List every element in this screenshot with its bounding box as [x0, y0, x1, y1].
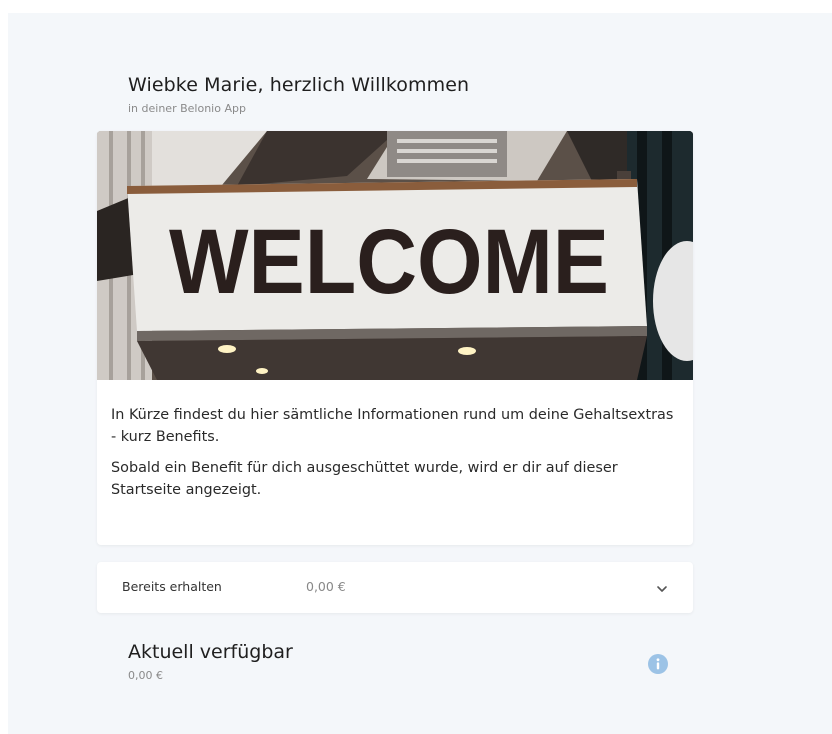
received-amount: 0,00 € — [306, 579, 346, 594]
welcome-card-body: In Kürze findest du hier sämtliche Infor… — [111, 404, 679, 510]
received-label: Bereits erhalten — [122, 579, 222, 594]
welcome-sign-text: WELCOME — [169, 211, 609, 313]
available-heading: Aktuell verfügbar — [128, 641, 293, 663]
welcome-hero-image: WELCOME — [97, 131, 693, 380]
welcome-heading: Wiebke Marie, herzlich Willkommen — [128, 74, 470, 96]
received-benefits-panel[interactable]: Bereits erhalten 0,00 € — [97, 562, 693, 613]
available-amount: 0,00 € — [128, 669, 163, 682]
info-icon[interactable] — [648, 654, 668, 674]
welcome-paragraph-benefit: Sobald ein Benefit für dich ausgeschütte… — [111, 460, 618, 498]
welcome-paragraph-info: In Kürze findest du hier sämtliche Infor… — [111, 407, 674, 445]
welcome-subtitle: in deiner Belonio App — [128, 102, 246, 115]
chevron-down-icon[interactable] — [655, 582, 669, 596]
welcome-card: WELCOME In Kürze findest du hier sämtlic… — [97, 131, 693, 545]
